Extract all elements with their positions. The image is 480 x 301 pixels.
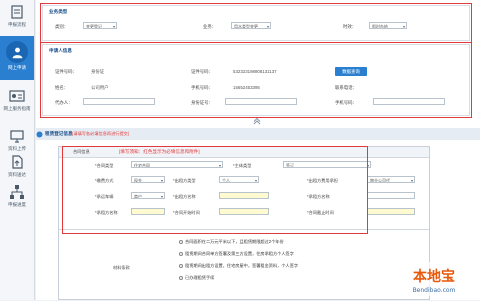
section-title: 业务类型 xyxy=(49,9,68,14)
business-type-panel: 业务类型 类别： 变更登记 业务： 用水类型变更 时效： 即时办结 xyxy=(42,5,470,41)
id-number-value: 532323198808131137 xyxy=(233,69,277,74)
sidebar-item-online-apply[interactable]: 网上申请 xyxy=(0,36,34,80)
option-label: 租赁期间出租方设置，住宅房屋中，签署租金资料，个人签字 xyxy=(185,263,299,268)
data-query-button[interactable]: 数据查询 xyxy=(335,67,367,76)
option-item[interactable]: 租赁期间出租方设置，住宅房屋中，签署租金资料，个人签字 xyxy=(179,263,298,269)
sidebar-item-label: 申报进度 xyxy=(8,202,26,207)
shield-icon xyxy=(36,131,43,138)
contract-info-label: 合同信息 xyxy=(73,149,90,154)
agent-label: 代办人： xyxy=(55,100,73,105)
lessee-name-input[interactable] xyxy=(367,192,415,199)
watermark-brand: 本地宝 xyxy=(413,268,455,285)
row-label: *合同截止时间 xyxy=(307,210,334,215)
row-label: *合同开始时间 xyxy=(173,210,200,215)
table-header-row: 合同信息 [填写须知：红色显示为必填信息和附件] xyxy=(59,147,429,158)
phone-label: 联系电话： xyxy=(335,85,357,90)
sidebar-item-progress[interactable]: 申报进度 xyxy=(0,180,34,224)
section-header: 租赁登记信息 (请填写各必填信息再进行提交) xyxy=(36,128,480,140)
id-type-value: 身份证 xyxy=(91,69,105,74)
name-value: 公司用户 xyxy=(91,85,109,90)
agent-input[interactable] xyxy=(83,98,155,105)
row-label: *承租方名称 xyxy=(307,194,330,199)
watermark-url: Bendibao.com xyxy=(413,287,456,294)
row-label: *承租方名称 xyxy=(95,210,118,215)
row-label: *合同类型 xyxy=(95,163,114,168)
sidebar-item-label: 申报流程 xyxy=(8,22,26,27)
sidebar: 申报流程 网上申请 网上服务指南 资料上传 资料送达 申报进度 xyxy=(0,0,35,300)
user-form-icon xyxy=(6,41,28,63)
document-icon xyxy=(11,5,23,19)
divider xyxy=(59,229,429,230)
timeliness-select[interactable]: 即时办结 xyxy=(369,22,407,29)
row-label: *主体类型 xyxy=(233,163,252,168)
vehicle-select[interactable]: 商户 xyxy=(131,192,165,199)
agent-mobile-input[interactable] xyxy=(373,98,445,105)
mobile-value: 15652453395 xyxy=(233,85,260,90)
sidebar-item-guide[interactable]: 网上服务指南 xyxy=(0,84,34,128)
subject-type-select[interactable]: 签订 xyxy=(283,161,371,168)
agent-mobile-label: 手机号码： xyxy=(335,100,357,105)
sidebar-item-label: 网上服务指南 xyxy=(3,106,31,111)
material-label: 材料条款 xyxy=(113,265,130,270)
collapse-icon[interactable] xyxy=(252,118,262,126)
timeliness-label: 时效： xyxy=(343,24,357,29)
sidebar-item-label: 资料送达 xyxy=(8,172,26,177)
start-date-input[interactable] xyxy=(219,208,269,215)
fill-hint: [填写须知：红色显示为必填信息和附件] xyxy=(119,149,200,154)
business-label: 业务： xyxy=(203,24,217,29)
row-label: *出租方费用承担 xyxy=(307,178,338,183)
row-label: *缴费方式 xyxy=(95,178,114,183)
lessor-type-select[interactable]: 个人 xyxy=(219,176,259,183)
name-label: 姓名： xyxy=(55,85,69,90)
section-title: 租赁登记信息 xyxy=(45,131,73,136)
row-label: *承运车辆 xyxy=(95,194,114,199)
option-label: 已办理租赁手续 xyxy=(185,275,215,280)
category-select[interactable]: 变更登记 xyxy=(83,22,117,29)
lease-form-table: 合同信息 [填写须知：红色显示为必填信息和附件] *合同类型 住宅合同 *主体类… xyxy=(58,146,430,300)
agent-id-input[interactable] xyxy=(225,98,297,105)
row-label: *出租方名称 xyxy=(173,194,196,199)
fee-bearer-select[interactable]: 物业公司代 xyxy=(367,176,415,183)
contract-type-select[interactable]: 住宅合同 xyxy=(131,161,223,168)
lessee-input[interactable] xyxy=(131,208,165,215)
option-item[interactable]: 合同面积在二万元平米以下，且租赁期限超过2个年份 xyxy=(179,239,284,245)
row-label: *出租方类型 xyxy=(173,178,196,183)
payment-select[interactable]: 现金 xyxy=(131,176,165,183)
file-upload-icon xyxy=(12,155,23,169)
lessor-name-input[interactable] xyxy=(219,192,269,199)
applicant-panel: 申请人信息 证件号码： 身份证 证件号码： 532323198808131137… xyxy=(42,44,470,116)
mobile-label: 手机号码： xyxy=(191,85,213,90)
watermark-logo: 本地宝 Bendibao.com xyxy=(388,256,480,300)
sidebar-item-label: 网上申请 xyxy=(8,65,26,70)
option-item[interactable]: 租赁期间合同单方签署及第三方设置，住房承租方个人签字 xyxy=(179,251,294,257)
main-content: 业务类型 类别： 变更登记 业务： 用水类型变更 时效： 即时办结 申请人信息 … xyxy=(36,0,480,300)
option-item[interactable]: 已办理租赁手续 xyxy=(179,275,214,281)
network-icon xyxy=(10,185,24,199)
business-select[interactable]: 用水类型变更 xyxy=(231,22,271,29)
option-label: 租赁期间合同单方签署及第三方设置，住房承租方个人签字 xyxy=(185,251,294,256)
section-title: 申请人信息 xyxy=(49,48,72,53)
category-label: 类别： xyxy=(55,24,69,29)
id-type-label: 证件号码： xyxy=(55,69,77,74)
option-label: 合同面积在二万元平米以下，且租赁期限超过2个年份 xyxy=(185,239,284,244)
end-date-input[interactable] xyxy=(367,208,415,215)
section-note: (请填写各必填信息再进行提交) xyxy=(72,131,130,136)
agent-id-label: 身份证号： xyxy=(191,100,213,105)
id-number-label: 证件号码： xyxy=(191,69,213,74)
sidebar-item-delivery[interactable]: 资料送达 xyxy=(0,140,34,184)
id-card-icon xyxy=(9,90,25,102)
